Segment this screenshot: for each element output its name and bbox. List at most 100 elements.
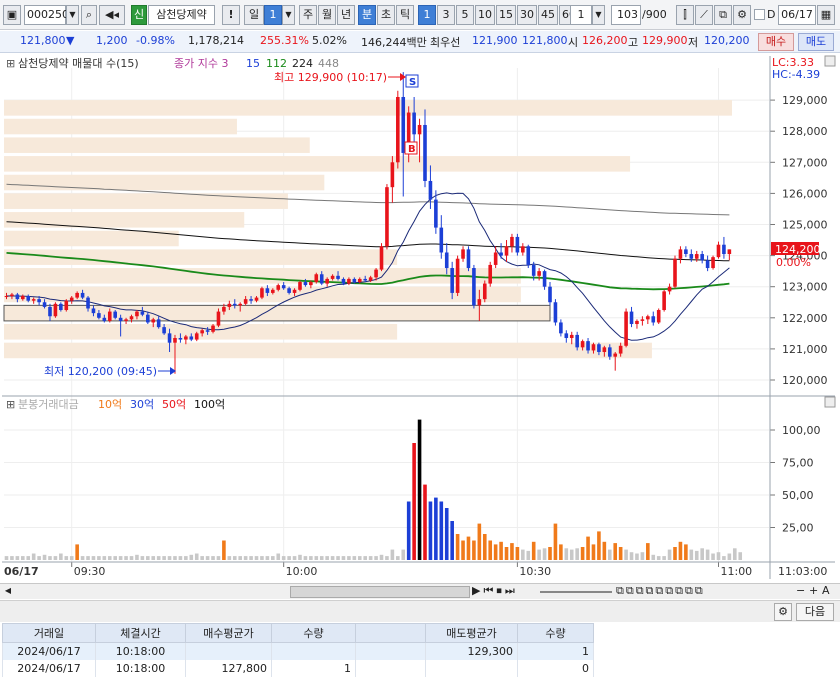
candle-body bbox=[162, 327, 166, 334]
candle-body bbox=[444, 252, 449, 269]
interval-button-3[interactable]: 3 bbox=[437, 5, 455, 25]
volume-bar bbox=[493, 544, 498, 560]
auto-scale-icon[interactable]: A bbox=[822, 584, 830, 597]
candle-body bbox=[21, 296, 25, 300]
buy-button[interactable]: 매수 bbox=[758, 33, 794, 51]
next-button[interactable]: 다음 bbox=[796, 603, 834, 621]
candle-body bbox=[309, 282, 313, 286]
period-dropdown-icon[interactable]: ▼ bbox=[282, 5, 295, 25]
playback-controls[interactable]: ▶⏮⏹⏭ bbox=[472, 584, 518, 598]
price-legend-title[interactable]: 삼천당제약 매물대 수(15) bbox=[18, 56, 139, 70]
sell-button[interactable]: 매도 bbox=[798, 33, 834, 51]
volume-bar bbox=[102, 556, 107, 560]
volume-bar bbox=[314, 556, 319, 560]
volume-bar bbox=[325, 556, 329, 560]
candle-body bbox=[15, 294, 20, 300]
tool-icons[interactable]: ⧉⧉⧉⧉⧉⧉⧉⧉⧉ bbox=[616, 584, 705, 598]
volume-bar bbox=[140, 556, 145, 560]
interval-dropdown-icon[interactable]: ▼ bbox=[592, 5, 605, 25]
period-year-button[interactable]: 년 bbox=[337, 5, 355, 25]
price-panel-minimize-icon[interactable] bbox=[824, 55, 836, 67]
volume-bar bbox=[124, 556, 128, 560]
price-tick-label: 127,000 bbox=[782, 156, 828, 169]
volume-bar bbox=[156, 556, 161, 560]
alert-button[interactable]: ! bbox=[222, 5, 240, 25]
volume-bar bbox=[10, 556, 14, 560]
volume-legend-title[interactable]: 분봉거래대금 bbox=[18, 398, 79, 411]
volume-bar bbox=[618, 547, 623, 560]
line-draw-icon[interactable]: ⟋ bbox=[695, 5, 713, 25]
sell-signal-icon[interactable]: S bbox=[409, 77, 416, 88]
volume-bar bbox=[118, 556, 123, 560]
speaker-icon[interactable]: ◀◂ bbox=[99, 5, 125, 25]
volume-bar bbox=[439, 501, 444, 560]
period-day-button[interactable]: 일 bbox=[244, 5, 264, 25]
price-tick-label: 125,000 bbox=[782, 219, 828, 232]
period-month-button[interactable]: 월 bbox=[318, 5, 336, 25]
table-row[interactable]: 2024/06/17 10:18:00 127,800 1 0 bbox=[2, 659, 594, 677]
zoom-out-icon[interactable]: − bbox=[796, 584, 805, 597]
volume-bar bbox=[640, 552, 645, 560]
interval-button-5[interactable]: 5 bbox=[456, 5, 474, 25]
gear-icon[interactable]: ⚙ bbox=[774, 603, 792, 621]
calendar-icon[interactable]: ▦ bbox=[817, 5, 835, 25]
interval-button-30[interactable]: 30 bbox=[517, 5, 537, 25]
stock-code-input[interactable]: 000250 bbox=[24, 5, 69, 25]
volume-bar bbox=[423, 484, 427, 560]
candle-body bbox=[477, 299, 482, 306]
code-dropdown-icon[interactable]: ▼ bbox=[66, 5, 79, 25]
period-second-button[interactable]: 초 bbox=[377, 5, 395, 25]
stock-chart[interactable]: 129,000128,000127,000126,000125,000124,0… bbox=[0, 54, 840, 582]
window-menu-icon[interactable]: ▣ bbox=[3, 5, 21, 25]
page-input[interactable]: 103 bbox=[611, 5, 641, 25]
candle-body bbox=[521, 246, 525, 253]
date-input[interactable]: 06/17 bbox=[778, 5, 816, 25]
change-rate: -0.98% bbox=[136, 34, 175, 47]
period-week-button[interactable]: 주 bbox=[299, 5, 317, 25]
candle-body bbox=[624, 311, 628, 346]
candle-body bbox=[531, 264, 536, 276]
price-tick-label: 120,000 bbox=[782, 374, 828, 387]
search-icon[interactable]: ⌕ bbox=[81, 5, 97, 25]
volume-bar bbox=[553, 523, 558, 560]
settings-icon[interactable]: ⚙ bbox=[733, 5, 751, 25]
interval-button-15[interactable]: 15 bbox=[496, 5, 516, 25]
table-row[interactable]: 2024/06/17 10:18:00 129,300 1 bbox=[2, 642, 594, 660]
zoom-in-icon[interactable]: + bbox=[809, 584, 818, 597]
interval-button-1[interactable]: 1 bbox=[418, 5, 436, 25]
candle-body bbox=[97, 313, 101, 318]
candle-body bbox=[292, 289, 297, 293]
volume-panel-minimize-icon[interactable] bbox=[824, 396, 836, 408]
period-count-input[interactable]: 1 bbox=[264, 5, 282, 25]
speed-slider[interactable] bbox=[540, 591, 612, 593]
scroll-left-icon[interactable]: ◀ bbox=[2, 586, 14, 598]
volume-bar bbox=[184, 556, 188, 560]
buy-signal-icon[interactable]: B bbox=[408, 144, 416, 155]
volume-bar bbox=[482, 534, 487, 560]
volume-bar bbox=[705, 549, 710, 560]
chart-scrollbar[interactable]: ◀ ▶⏮⏹⏭ ⧉⧉⧉⧉⧉⧉⧉⧉⧉ − + A bbox=[0, 583, 840, 599]
interval-input[interactable]: 1 bbox=[570, 5, 592, 25]
candle-body bbox=[75, 292, 79, 298]
volume-bar bbox=[26, 556, 31, 560]
overlay-icon[interactable]: ⧉ bbox=[714, 5, 732, 25]
volume-bar bbox=[531, 541, 536, 560]
period-minute-button[interactable]: 분 bbox=[358, 5, 376, 25]
candle-body bbox=[249, 299, 253, 301]
cell-sell-qty: 1 bbox=[517, 642, 594, 660]
volume-bar bbox=[624, 549, 628, 560]
candle-type-icon[interactable]: ⫿ bbox=[676, 5, 694, 25]
ma-legend-label[interactable]: 종가 지수 3 bbox=[174, 57, 228, 70]
scroll-thumb[interactable] bbox=[290, 586, 470, 598]
date-checkbox[interactable] bbox=[754, 9, 765, 20]
candle-body bbox=[205, 330, 210, 332]
candle-body bbox=[357, 278, 362, 283]
candle-body bbox=[542, 271, 547, 287]
stock-name[interactable]: 삼천당제약 bbox=[148, 5, 215, 25]
period-tick-button[interactable]: 틱 bbox=[396, 5, 414, 25]
volume-bar bbox=[597, 531, 601, 560]
interval-button-45[interactable]: 45 bbox=[538, 5, 558, 25]
candle-body bbox=[211, 325, 215, 332]
interval-button-10[interactable]: 10 bbox=[475, 5, 495, 25]
volume-bar bbox=[4, 556, 9, 560]
